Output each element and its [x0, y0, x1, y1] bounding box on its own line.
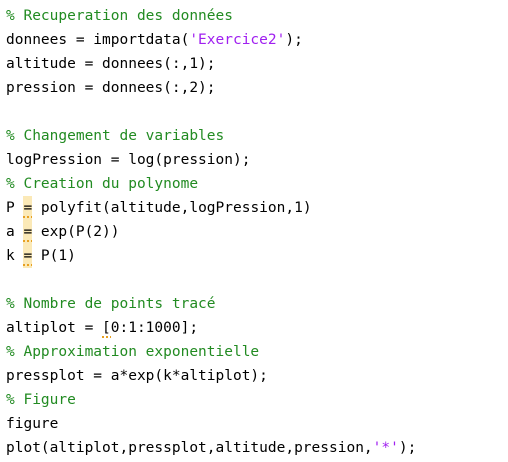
code-line-4: pression = donnees(:,2);: [6, 76, 216, 100]
code-line-14: altiplot = [0:1:1000];: [6, 316, 198, 340]
string-literal: '*': [372, 440, 399, 456]
code-line-2: donnees = importdata('Exercice2');: [6, 28, 303, 52]
comment-text: % Nombre de points tracé: [6, 296, 216, 312]
code-text: plot(altiplot,pressplot,altitude,pressio…: [6, 440, 373, 456]
code-line-9: P = polyfit(altitude,logPression,1): [6, 196, 312, 220]
code-text: k: [6, 248, 24, 264]
comment-text: % Recuperation des données: [6, 8, 233, 24]
code-text: P(1): [32, 248, 76, 264]
warning-marker[interactable]: =: [23, 244, 33, 268]
comment-text: % Figure: [6, 392, 76, 408]
code-line-3: altitude = donnees(:,1);: [6, 52, 216, 76]
comment-text: % Changement de variables: [6, 128, 225, 144]
warning-marker[interactable]: =: [23, 220, 33, 244]
code-line-19: plot(altiplot,pressplot,altitude,pressio…: [6, 436, 416, 460]
warning-marker[interactable]: [: [102, 316, 111, 340]
code-line-18: figure: [6, 412, 58, 436]
code-line-7: logPression = log(pression);: [6, 148, 250, 172]
code-text: altitude = donnees(:,1);: [6, 56, 216, 72]
code-text: donnees = importdata(: [6, 32, 190, 48]
code-text: pressplot = a*exp(k*altiplot);: [6, 368, 268, 384]
code-line-1: % Recuperation des données: [6, 4, 233, 28]
comment-text: % Approximation exponentielle: [6, 344, 260, 360]
code-text: a: [6, 224, 24, 240]
code-text: exp(P(2)): [32, 224, 120, 240]
code-editor[interactable]: % Recuperation des données donnees = imp…: [0, 0, 508, 462]
code-line-8: % Creation du polynome: [6, 172, 198, 196]
code-line-16: pressplot = a*exp(k*altiplot);: [6, 364, 268, 388]
code-text: logPression = log(pression);: [6, 152, 251, 168]
code-text: polyfit(altitude,logPression,1): [32, 200, 312, 216]
code-line-11: k = P(1): [6, 244, 76, 268]
code-line-17: % Figure: [6, 388, 76, 412]
code-line-15: % Approximation exponentielle: [6, 340, 259, 364]
code-text: P: [6, 200, 24, 216]
code-text: );: [285, 32, 303, 48]
code-text: altiplot =: [6, 320, 103, 336]
code-text: );: [398, 440, 417, 456]
string-literal: 'Exercice2': [189, 32, 286, 48]
comment-text: % Creation du polynome: [6, 176, 199, 192]
code-line-6: % Changement de variables: [6, 124, 224, 148]
code-line-13: % Nombre de points tracé: [6, 292, 216, 316]
code-text: pression = donnees(:,2);: [6, 80, 216, 96]
code-text: 0:1:1000];: [110, 320, 199, 336]
warning-marker[interactable]: =: [23, 196, 33, 220]
code-line-10: a = exp(P(2)): [6, 220, 120, 244]
code-text: figure: [6, 416, 59, 432]
